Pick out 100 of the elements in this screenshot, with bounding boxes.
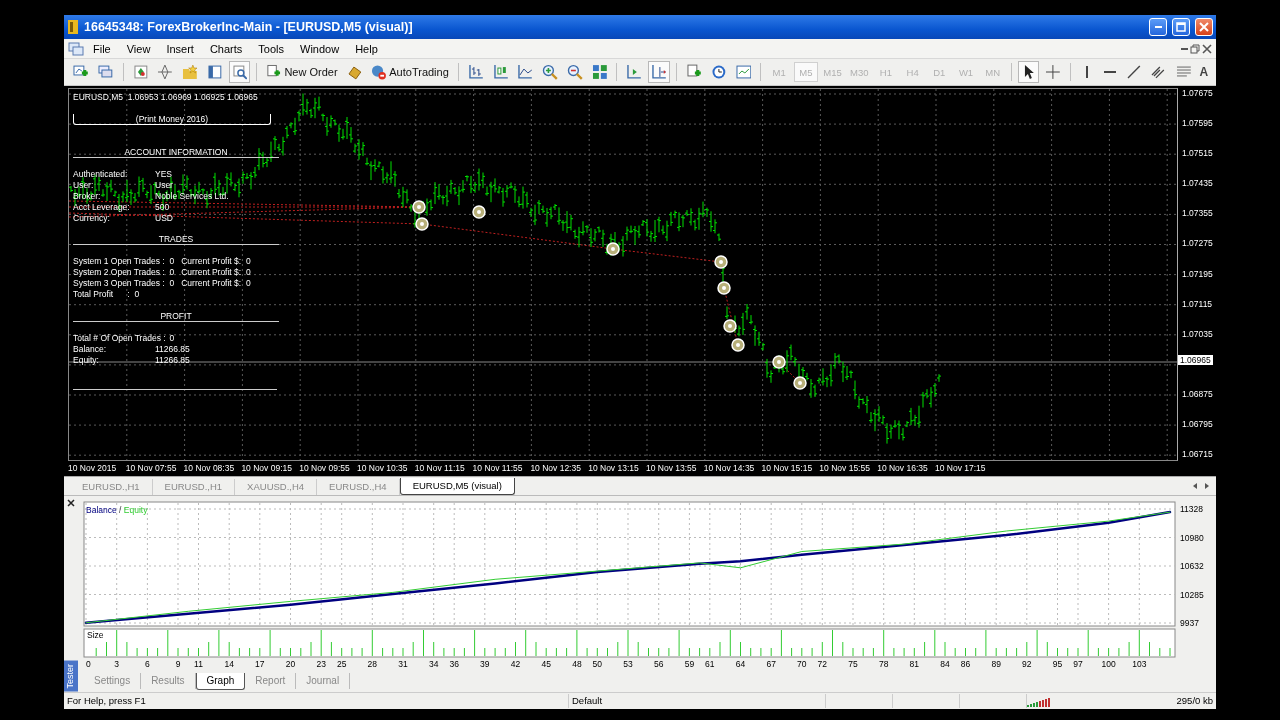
info-label: Currency: — [73, 212, 111, 224]
info-label: User: — [73, 179, 95, 191]
time-axis-label: 10 Nov 09:15 — [241, 463, 293, 473]
time-axis-label: 10 Nov 11:55 — [472, 463, 524, 473]
trade-stat-line: Total Profit : 0 — [73, 289, 141, 301]
x-axis-label: 61 — [705, 659, 715, 669]
status-help-text: For Help, press F1 — [64, 694, 569, 708]
x-axis-label: 34 — [428, 659, 439, 669]
x-axis-label: 36 — [449, 659, 459, 669]
info-value: 500 — [155, 201, 170, 213]
auto-trading-button[interactable]: AutoTrading — [368, 61, 452, 83]
tester-tab[interactable]: Journal — [296, 673, 351, 689]
trade-stat-line: System 1 Open Trades : 0 Current Profit $: 0 — [73, 256, 252, 268]
price-axis-label: 1.07675 — [1181, 88, 1213, 98]
x-axis-label: 97 — [1073, 659, 1083, 669]
panel-side-label: Tester — [64, 661, 78, 692]
x-axis-label: 95 — [1052, 659, 1063, 669]
y-axis-label: 10980 — [1180, 532, 1204, 543]
time-axis-label: 10 Nov 10:35 — [357, 463, 409, 473]
timeframe-button[interactable]: D1 — [927, 62, 952, 82]
price-axis-label: 1.07355 — [1181, 208, 1213, 219]
x-axis-label: 100 — [1101, 659, 1116, 669]
info-value: 11266.85 — [155, 354, 190, 366]
time-axis-label: 10 Nov 13:55 — [645, 463, 698, 473]
x-axis-label: 31 — [398, 659, 408, 669]
timeframe-button[interactable]: M1 — [767, 62, 792, 82]
info-label: Equity: — [73, 354, 100, 366]
menu-item[interactable]: Tools — [251, 41, 291, 56]
info-value: 11266.85 — [155, 343, 190, 355]
section-heading: TRADES — [73, 234, 279, 246]
price-axis-label: 1.07515 — [1181, 148, 1213, 159]
x-axis-label: 72 — [817, 659, 828, 669]
tester-tab[interactable]: Report — [245, 673, 297, 689]
x-axis-label: 45 — [541, 659, 551, 669]
info-value: USD — [155, 212, 173, 224]
x-axis-label: 17 — [255, 659, 265, 669]
x-axis-label: 42 — [510, 659, 521, 669]
menu-item[interactable]: View — [119, 41, 158, 56]
x-axis-label: 53 — [623, 659, 633, 669]
x-axis-label: 20 — [285, 659, 296, 669]
chart-legend: Balance / Equity — [86, 505, 148, 515]
tester-tab[interactable]: Graph — [195, 673, 246, 690]
x-axis-label: 78 — [878, 659, 889, 669]
price-axis-label: 1.06795 — [1181, 418, 1213, 429]
timeframe-button[interactable]: M15 — [820, 62, 845, 82]
panel-title: (Print Money 2016) — [73, 113, 271, 125]
text-tool-button[interactable]: A — [1197, 65, 1211, 79]
time-axis-label: 10 Nov 11:15 — [414, 463, 466, 473]
x-axis-label: 9 — [175, 659, 181, 669]
timeframe-button[interactable]: M30 — [847, 62, 872, 82]
x-axis-label: 86 — [960, 659, 971, 669]
tester-tab[interactable]: Settings — [84, 673, 142, 689]
menu-item[interactable]: Window — [293, 41, 347, 56]
price-axis-label: 1.07195 — [1181, 268, 1213, 279]
x-axis-label: 64 — [735, 659, 746, 669]
x-axis-label: 84 — [940, 659, 950, 669]
section-heading: PROFIT — [73, 311, 279, 323]
menu-item[interactable]: File — [86, 41, 118, 56]
price-axis-label: 1.07115 — [1181, 298, 1213, 309]
current-price-label: 1.06965 — [1178, 355, 1213, 365]
new-order-button[interactable]: New Order — [263, 61, 341, 83]
price-axis-label: 1.07035 — [1181, 328, 1213, 339]
time-axis-label: 10 Nov 15:15 — [761, 463, 814, 473]
x-axis-label: 92 — [1022, 659, 1032, 669]
menu-item[interactable]: Insert — [159, 41, 201, 56]
x-axis-label: 89 — [991, 659, 1001, 669]
menu-item[interactable]: Charts — [202, 41, 250, 56]
section-heading: ACCOUNT INFORMATION — [73, 146, 279, 158]
time-axis-label: 10 Nov 09:55 — [299, 463, 351, 473]
y-axis-label: 10285 — [1180, 589, 1204, 600]
trade-stat-line: System 3 Open Trades : 0 Current Profit $: 0 — [73, 278, 252, 290]
info-label: Balance: — [73, 343, 108, 355]
info-value: 0 — [169, 333, 175, 344]
x-axis-label: 59 — [684, 659, 695, 669]
x-axis-label: 103 — [1132, 659, 1147, 669]
x-axis-label: 11 — [194, 659, 203, 669]
x-axis-label: 25 — [336, 659, 347, 669]
x-axis-label: 48 — [572, 659, 582, 669]
x-axis-label: 67 — [766, 659, 776, 669]
time-axis-label: 10 Nov 13:15 — [588, 463, 640, 473]
time-axis-label: 10 Nov 14:35 — [703, 463, 756, 473]
tester-tab[interactable]: Results — [141, 673, 196, 689]
window-title: 16645348: ForexBrokerInc-Main - [EURUSD,M5 (visual)] — [84, 20, 414, 34]
timeframe-button[interactable]: MN — [980, 62, 1005, 82]
info-label: Total # Of Open Trades : — [73, 333, 166, 344]
x-axis-label: 70 — [797, 659, 807, 669]
x-axis-label: 39 — [480, 659, 490, 669]
status-profile: Default — [569, 694, 826, 708]
timeframe-button[interactable]: W1 — [954, 62, 978, 82]
time-axis-label: 10 Nov 07:55 — [125, 463, 178, 473]
trade-stat-line: System 2 Open Trades : 0 Current Profit $: 0 — [73, 267, 252, 279]
time-axis-label: 10 Nov 15:55 — [819, 463, 871, 473]
y-axis-label: 10632 — [1180, 561, 1204, 571]
price-axis-label: 1.07435 — [1181, 178, 1213, 189]
menu-item[interactable]: Help — [348, 41, 385, 56]
chart-symbol-quote: EURUSD,M5 1.06953 1.06969 1.06925 1.06965 — [73, 92, 259, 103]
info-value: Noble Services Ltd. — [155, 190, 229, 202]
timeframe-button[interactable]: H1 — [874, 62, 898, 82]
chart-tab[interactable]: EURUSD,M5 (visual) — [399, 478, 515, 495]
timeframe-button[interactable]: M5 — [794, 62, 818, 82]
